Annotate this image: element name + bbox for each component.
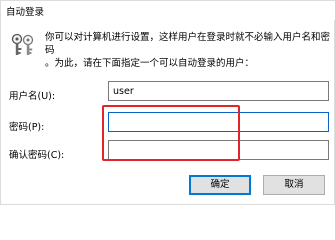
username-field[interactable]: [108, 81, 329, 101]
confirm-password-label: 确认密码(C):: [9, 150, 65, 161]
password-label: 密码(P):: [9, 122, 45, 133]
confirm-password-field[interactable]: [108, 140, 329, 160]
window-title: 自动登录: [6, 7, 45, 18]
username-label: 用户名(U):: [9, 91, 56, 102]
password-field[interactable]: [108, 112, 329, 132]
dialog-description: 你可以对计算机进行设置，这样用户在登录时就不必输入用户名和密码 。为此，请在下面…: [45, 31, 331, 70]
title-bar: 自动登录: [1, 1, 335, 20]
keys-icon: [11, 33, 34, 55]
description-line-1: 你可以对计算机进行设置，这样用户在登录时就不必输入用户名和密码: [45, 32, 331, 56]
description-line-2: 。为此，请在下面指定一个可以自动登录的用户：: [45, 58, 255, 69]
auto-login-dialog: 自动登录 你可以对计算机进行设置，这样用户在登录时就不必输入用户名和密码 。为此…: [0, 0, 335, 205]
ok-button[interactable]: 确定: [189, 175, 251, 195]
cancel-button[interactable]: 取消: [263, 175, 325, 195]
